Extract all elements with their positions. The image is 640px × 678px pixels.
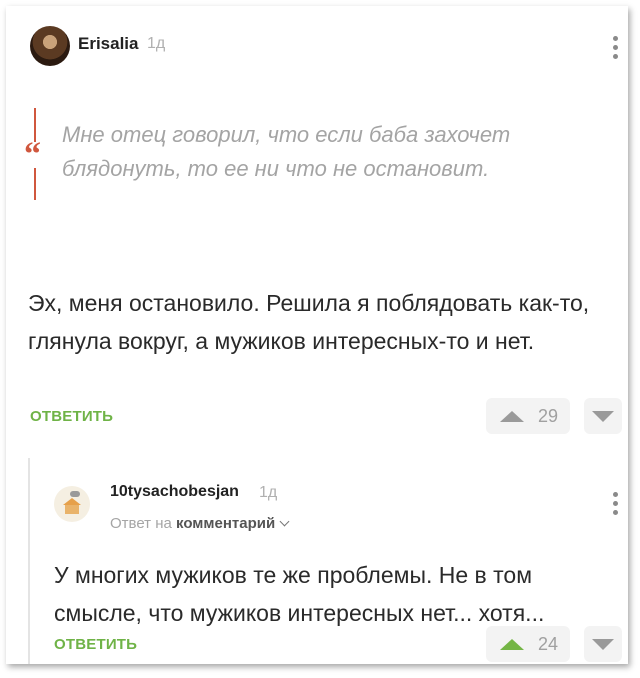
- downvote-button[interactable]: [584, 626, 622, 662]
- vote-count: 29: [538, 406, 559, 426]
- downvote-arrow-icon: [592, 411, 614, 422]
- quoted-text: Мне отец говорил, что если баба захочет …: [62, 122, 511, 181]
- upvote-button[interactable]: 24: [486, 626, 570, 662]
- reply-button[interactable]: ОТВЕТИТЬ: [54, 636, 137, 653]
- comment-author[interactable]: Erisalia: [78, 34, 139, 54]
- comment-thread: Erisalia 1д “ Мне отец говорил, что если…: [6, 6, 628, 664]
- reply-author[interactable]: 10tysachobesjan: [110, 483, 239, 501]
- downvote-button[interactable]: [584, 398, 622, 434]
- downvote-arrow-icon: [592, 639, 614, 650]
- reply-body: У многих мужиков те же проблемы. Не в то…: [54, 562, 545, 626]
- more-vertical-icon[interactable]: [613, 492, 619, 519]
- avatar[interactable]: [54, 486, 90, 522]
- vote-count: 24: [538, 634, 559, 654]
- reply-time: 1д: [259, 484, 278, 501]
- more-vertical-icon[interactable]: [613, 36, 619, 63]
- reply-to-link[interactable]: Ответ на комментарий: [110, 515, 290, 532]
- upvote-arrow-icon: [500, 639, 524, 650]
- thread-line[interactable]: [28, 458, 30, 664]
- reply-to-prefix: Ответ на: [110, 515, 172, 532]
- quote-bar: [34, 168, 36, 200]
- upvote-button[interactable]: 29: [486, 398, 570, 434]
- avatar[interactable]: [30, 26, 70, 66]
- reply-button[interactable]: ОТВЕТИТЬ: [30, 408, 113, 425]
- reply-to-target[interactable]: комментарий: [176, 515, 275, 532]
- chevron-down-icon[interactable]: [279, 516, 290, 527]
- upvote-arrow-icon: [500, 411, 524, 422]
- comment-time: 1д: [147, 35, 166, 52]
- comment-body: Эх, меня остановило. Решила я поблядоват…: [28, 290, 590, 354]
- quote-icon: “: [24, 136, 41, 173]
